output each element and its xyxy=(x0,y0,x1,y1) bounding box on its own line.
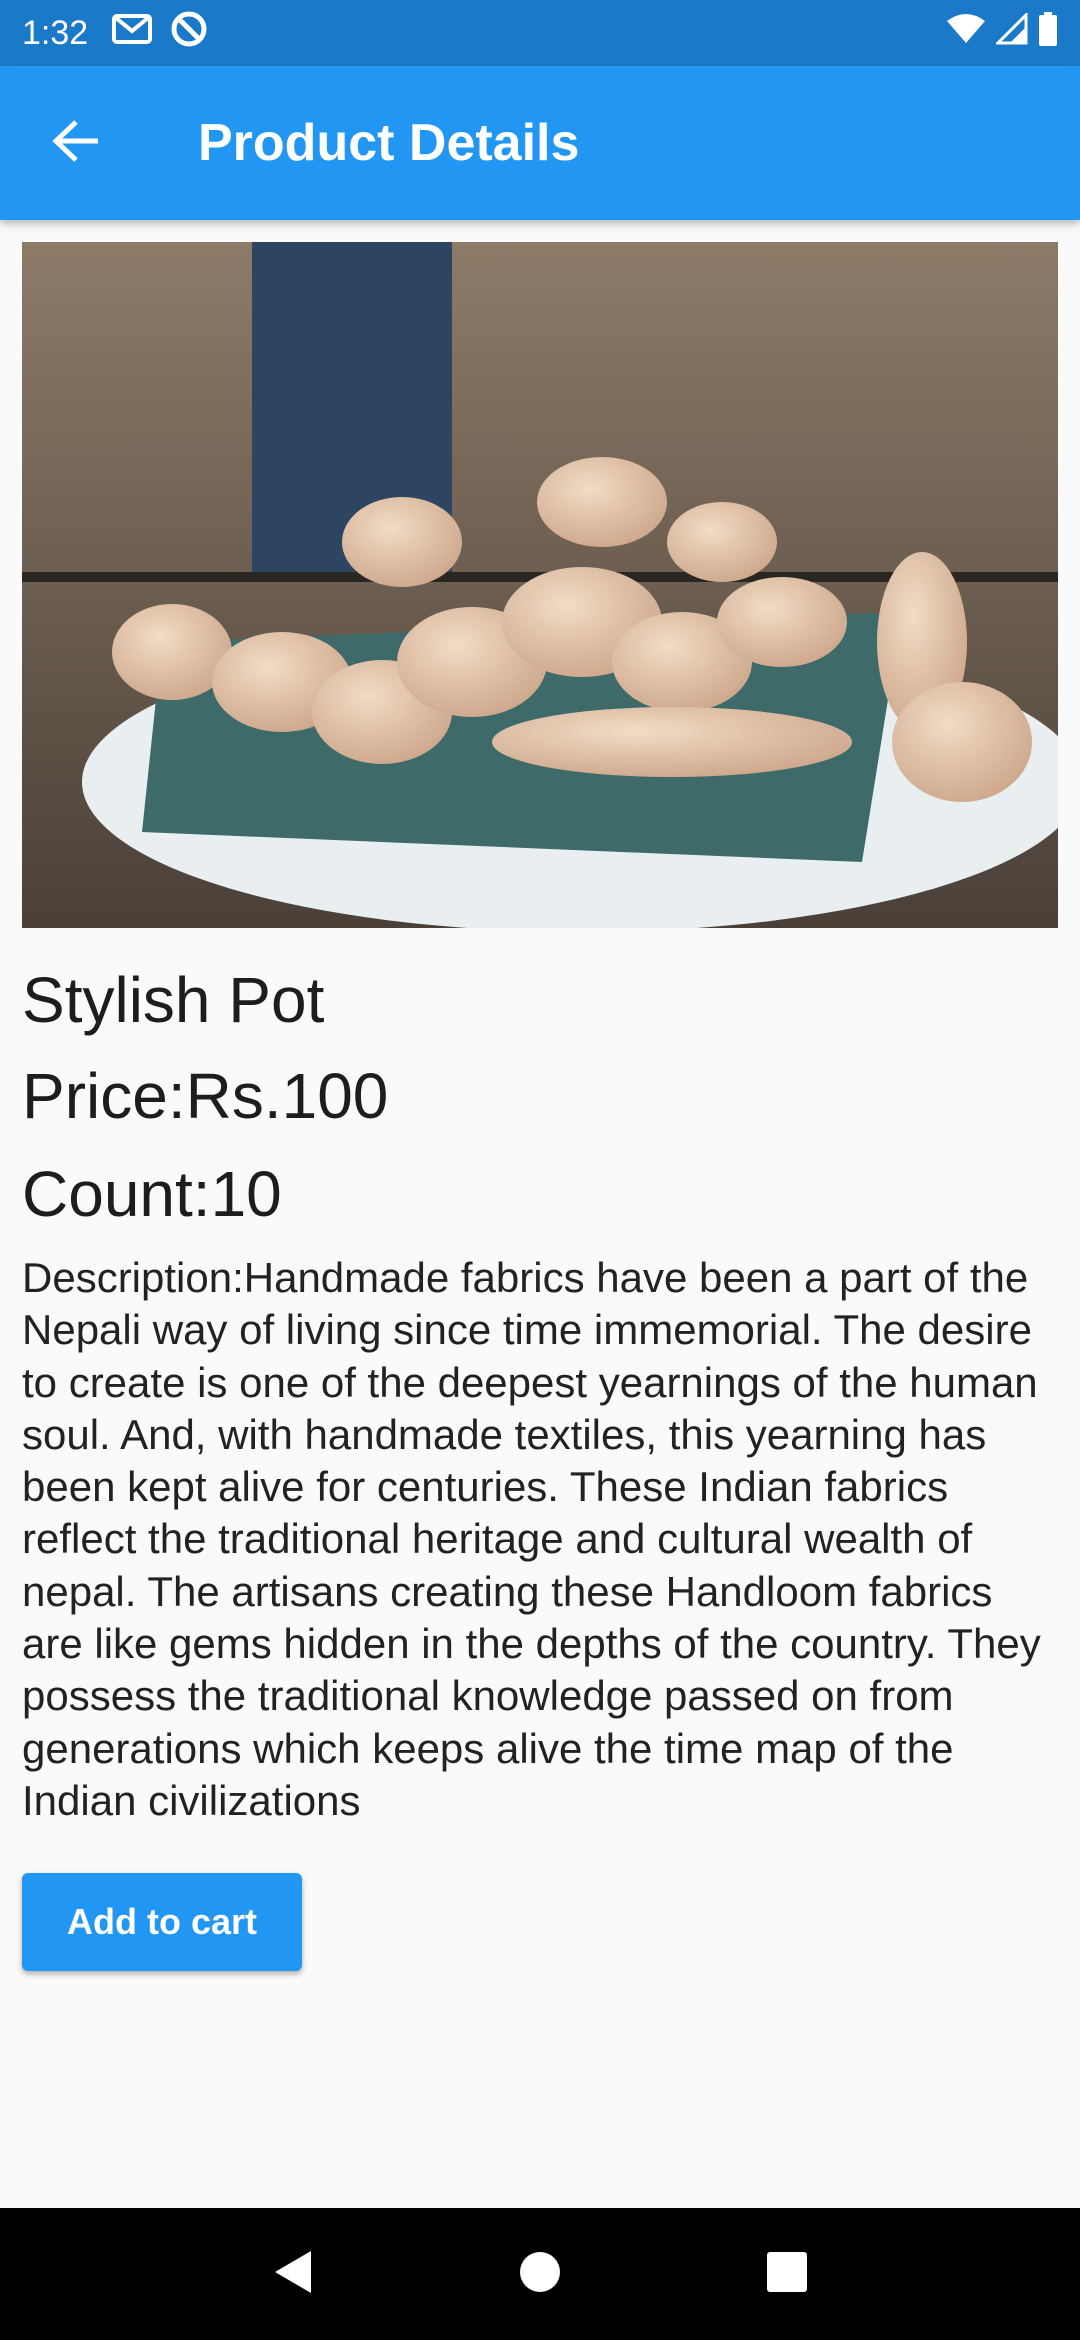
nav-recents-button[interactable] xyxy=(747,2234,827,2314)
product-image xyxy=(22,242,1058,928)
app-bar: Product Details xyxy=(0,66,1080,220)
product-count: Count:10 xyxy=(22,1158,282,1230)
arrow-left-icon xyxy=(52,119,102,168)
at-sign-icon xyxy=(170,10,208,57)
battery-icon xyxy=(1038,11,1058,55)
wifi-icon xyxy=(946,13,986,54)
product-price: Price:Rs.100 xyxy=(22,1060,389,1132)
recents-square-icon xyxy=(765,2250,809,2299)
home-circle-icon xyxy=(518,2250,562,2299)
gmail-icon xyxy=(112,13,153,53)
product-name: Stylish Pot xyxy=(22,964,325,1036)
status-bar: 1:32 xyxy=(0,0,1080,66)
back-triangle-icon xyxy=(271,2249,315,2300)
product-details: Stylish Pot Price:Rs.100 Count:10 Descri… xyxy=(22,242,1058,1972)
status-time: 1:32 xyxy=(22,13,89,52)
add-to-cart-button[interactable]: Add to cart xyxy=(22,1873,302,1972)
page-title: Product Details xyxy=(198,114,580,172)
system-nav-bar xyxy=(0,2208,1080,2340)
nav-back-button[interactable] xyxy=(253,2234,333,2314)
nav-home-button[interactable] xyxy=(500,2234,580,2314)
signal-icon xyxy=(994,10,1028,54)
product-description: Description:Handmade fabrics have been a… xyxy=(22,1254,1041,1824)
back-button[interactable] xyxy=(0,66,154,220)
